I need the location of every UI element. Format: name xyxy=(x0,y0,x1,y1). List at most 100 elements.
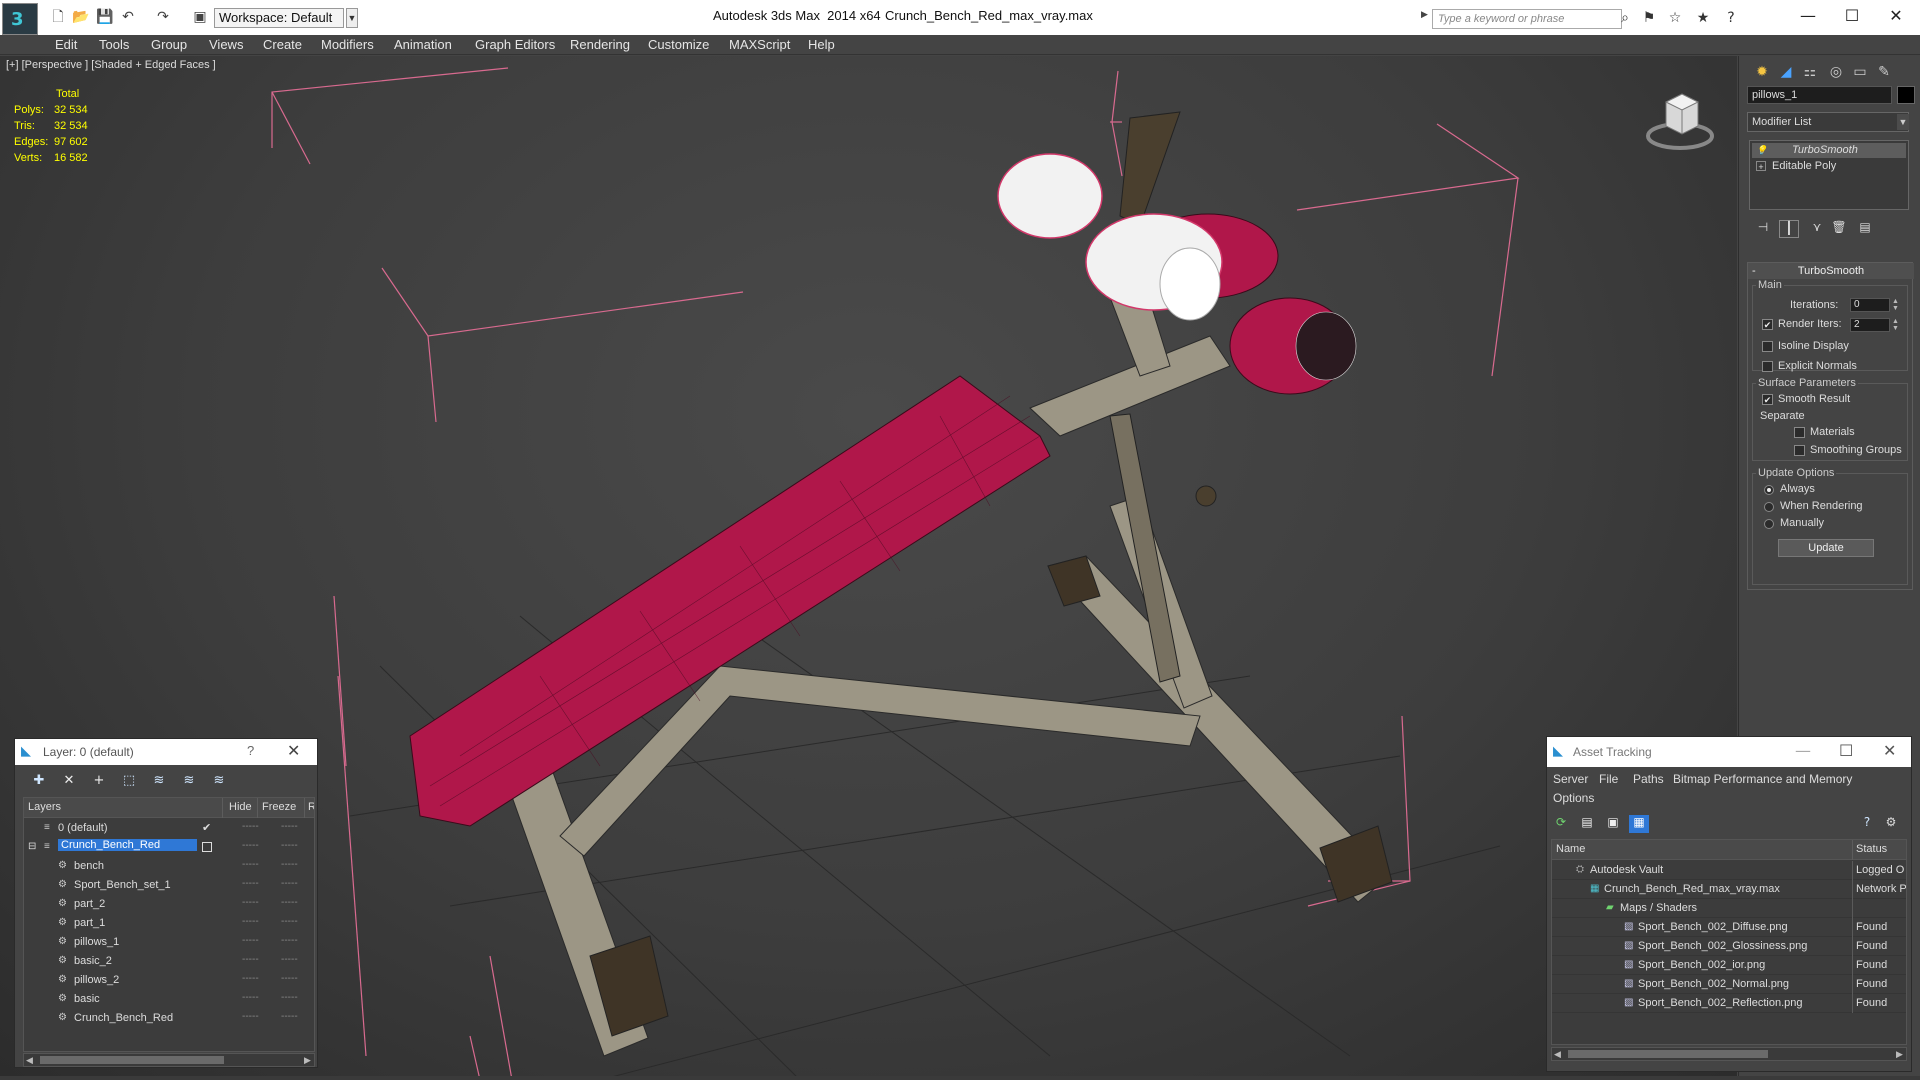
col-name[interactable]: Name xyxy=(1556,843,1585,855)
menu-bitmap-performance[interactable]: Bitmap Performance and Memory xyxy=(1673,772,1852,786)
configure-sets-icon[interactable]: ▤ xyxy=(1855,220,1875,238)
asset-row[interactable]: ⛭ Autodesk Vault Logged O xyxy=(1552,861,1906,880)
object-color-swatch[interactable] xyxy=(1897,86,1915,104)
freeze-toggle[interactable]: ----- xyxy=(281,840,298,851)
freeze-toggle[interactable]: ----- xyxy=(281,859,298,870)
menu-tools[interactable]: Tools xyxy=(99,35,129,55)
col-render[interactable]: R xyxy=(308,801,314,813)
asset-window-titlebar[interactable]: ◣ Asset Tracking — ☐ ✕ xyxy=(1547,737,1911,767)
materials-checkbox[interactable] xyxy=(1794,427,1805,438)
layer-row[interactable]: ⚙ Crunch_Bench_Red ----- ----- xyxy=(24,1009,314,1028)
remove-modifier-icon[interactable]: 🗑 xyxy=(1829,220,1849,238)
make-unique-icon[interactable]: ⋎ xyxy=(1807,220,1827,238)
col-freeze[interactable]: Freeze xyxy=(262,801,296,813)
hide-toggle[interactable]: ----- xyxy=(242,878,259,889)
help-icon[interactable]: ? xyxy=(1722,10,1740,28)
workspace-more-icon[interactable]: ▼ xyxy=(346,8,358,28)
motion-tab-icon[interactable]: ◎ xyxy=(1825,61,1847,83)
minimize-icon[interactable]: — xyxy=(1795,741,1811,760)
menu-help[interactable]: Help xyxy=(808,35,835,55)
asset-row[interactable]: ▧ Sport_Bench_002_Glossiness.png Found xyxy=(1552,937,1906,956)
hide-toggle[interactable]: ----- xyxy=(242,916,259,927)
rollout-header[interactable]: - TurboSmooth xyxy=(1748,263,1914,279)
stack-item-turbosmooth[interactable]: 💡 TurboSmooth xyxy=(1752,143,1906,158)
freeze-toggle[interactable]: ----- xyxy=(281,935,298,946)
freeze-toggle[interactable]: ----- xyxy=(281,992,298,1003)
layer-row[interactable]: ⚙ bench ----- ----- xyxy=(24,857,314,876)
highlight-layer-icon[interactable]: ≋ xyxy=(149,771,169,791)
select-objects-icon[interactable]: ⬚ xyxy=(119,771,139,791)
smoothing-groups-checkbox[interactable] xyxy=(1794,445,1805,456)
layer-row[interactable]: ≡ 0 (default) ✔ ----- ----- xyxy=(24,819,314,838)
binoculars-icon[interactable]: ⌕ xyxy=(1616,10,1634,28)
workspace-dropdown[interactable]: Workspace: Default xyxy=(214,8,344,28)
maximize-icon[interactable]: ☐ xyxy=(1832,4,1872,28)
freeze-toggle[interactable]: ----- xyxy=(281,916,298,927)
scroll-left-icon[interactable]: ◀ xyxy=(26,1054,33,1066)
menu-rendering[interactable]: Rendering xyxy=(570,35,630,55)
hide-toggle[interactable]: ----- xyxy=(242,859,259,870)
freeze-toggle[interactable]: ----- xyxy=(281,1011,298,1022)
spinner-arrows-icon[interactable]: ▲ ▼ xyxy=(1892,318,1900,332)
layer-horizontal-scrollbar[interactable]: ◀ ▶ xyxy=(23,1053,315,1067)
layer-row[interactable]: ⚙ part_1 ----- ----- xyxy=(24,914,314,933)
render-iters-checkbox[interactable]: ✔ xyxy=(1762,319,1773,330)
hierarchy-tab-icon[interactable]: ⚏ xyxy=(1799,61,1821,83)
settings-icon[interactable]: ⚙ xyxy=(1881,815,1901,833)
layer-window-titlebar[interactable]: ◣ Layer: 0 (default) ? ✕ xyxy=(15,739,317,765)
menu-modifiers[interactable]: Modifiers xyxy=(321,35,374,55)
freeze-toggle[interactable]: ----- xyxy=(281,878,298,889)
scroll-left-icon[interactable]: ◀ xyxy=(1554,1048,1561,1060)
menu-file[interactable]: File xyxy=(1599,772,1618,786)
menu-views[interactable]: Views xyxy=(209,35,243,55)
lightbulb-icon[interactable]: 💡 xyxy=(1756,145,1767,155)
utilities-tab-icon[interactable]: ✎ xyxy=(1873,61,1895,83)
star-icon[interactable]: ★ xyxy=(1694,10,1712,28)
hide-toggle[interactable]: ----- xyxy=(242,1011,259,1022)
layer-row[interactable]: ⚙ Sport_Bench_set_1 ----- ----- xyxy=(24,876,314,895)
help-icon[interactable]: ? xyxy=(1857,815,1877,833)
create-tab-icon[interactable]: ✹ xyxy=(1751,61,1773,83)
layer-row[interactable]: ⚙ part_2 ----- ----- xyxy=(24,895,314,914)
hide-toggle[interactable]: ----- xyxy=(242,840,259,851)
col-status[interactable]: Status xyxy=(1856,843,1887,855)
when-rendering-radio[interactable] xyxy=(1764,502,1774,512)
object-name-field[interactable]: pillows_1 xyxy=(1747,86,1892,104)
thumbnail-view-icon[interactable]: ▣ xyxy=(1603,815,1623,833)
freeze-toggle[interactable]: ----- xyxy=(281,897,298,908)
iterations-spinner[interactable]: 0 xyxy=(1850,298,1890,312)
spinner-arrows-icon[interactable]: ▲ ▼ xyxy=(1892,298,1900,312)
table-view-icon[interactable]: ▦ xyxy=(1629,815,1649,833)
list-view-icon[interactable]: ▤ xyxy=(1577,815,1597,833)
close-icon[interactable]: ✕ xyxy=(1883,741,1896,760)
hide-all-icon[interactable]: ≋ xyxy=(179,771,199,791)
chevron-down-icon[interactable]: ▼ xyxy=(1897,114,1909,130)
smooth-result-checkbox[interactable]: ✔ xyxy=(1762,394,1773,405)
search-expand-icon[interactable]: ▶ xyxy=(1421,9,1431,20)
isoline-checkbox[interactable] xyxy=(1762,341,1773,352)
refresh-icon[interactable]: ⟳ xyxy=(1551,815,1571,833)
hide-toggle[interactable]: ----- xyxy=(242,973,259,984)
always-radio[interactable] xyxy=(1764,485,1774,495)
close-icon[interactable]: ✕ xyxy=(1876,4,1916,28)
freeze-toggle[interactable]: ----- xyxy=(281,973,298,984)
maximize-icon[interactable]: ☐ xyxy=(1839,741,1853,760)
hide-toggle[interactable]: ----- xyxy=(242,992,259,1003)
asset-horizontal-scrollbar[interactable]: ◀ ▶ xyxy=(1551,1047,1907,1061)
asset-row[interactable]: ▦ Crunch_Bench_Red_max_vray.max Network … xyxy=(1552,880,1906,899)
col-layers[interactable]: Layers xyxy=(28,801,61,813)
menu-maxscript[interactable]: MAXScript xyxy=(729,35,790,55)
communication-center-icon[interactable]: ⚑ xyxy=(1640,10,1658,28)
layer-row-selected[interactable]: ⊟ ≡ Crunch_Bench_Red ----- ----- xyxy=(24,838,314,857)
current-layer-check-icon[interactable]: ✔ xyxy=(202,821,211,834)
show-end-result-icon[interactable]: ┃ xyxy=(1779,220,1799,238)
undo-icon[interactable]: ↶ xyxy=(120,9,136,25)
modify-tab-icon[interactable]: ◢ xyxy=(1775,61,1797,83)
layer-row[interactable]: ⚙ basic ----- ----- xyxy=(24,990,314,1009)
menu-customize[interactable]: Customize xyxy=(648,35,709,55)
menu-animation[interactable]: Animation xyxy=(394,35,452,55)
scroll-right-icon[interactable]: ▶ xyxy=(304,1054,311,1066)
asset-row[interactable]: ▰ Maps / Shaders xyxy=(1552,899,1906,918)
hide-toggle[interactable]: ----- xyxy=(242,935,259,946)
modifier-list-dropdown[interactable]: Modifier List xyxy=(1747,112,1909,132)
